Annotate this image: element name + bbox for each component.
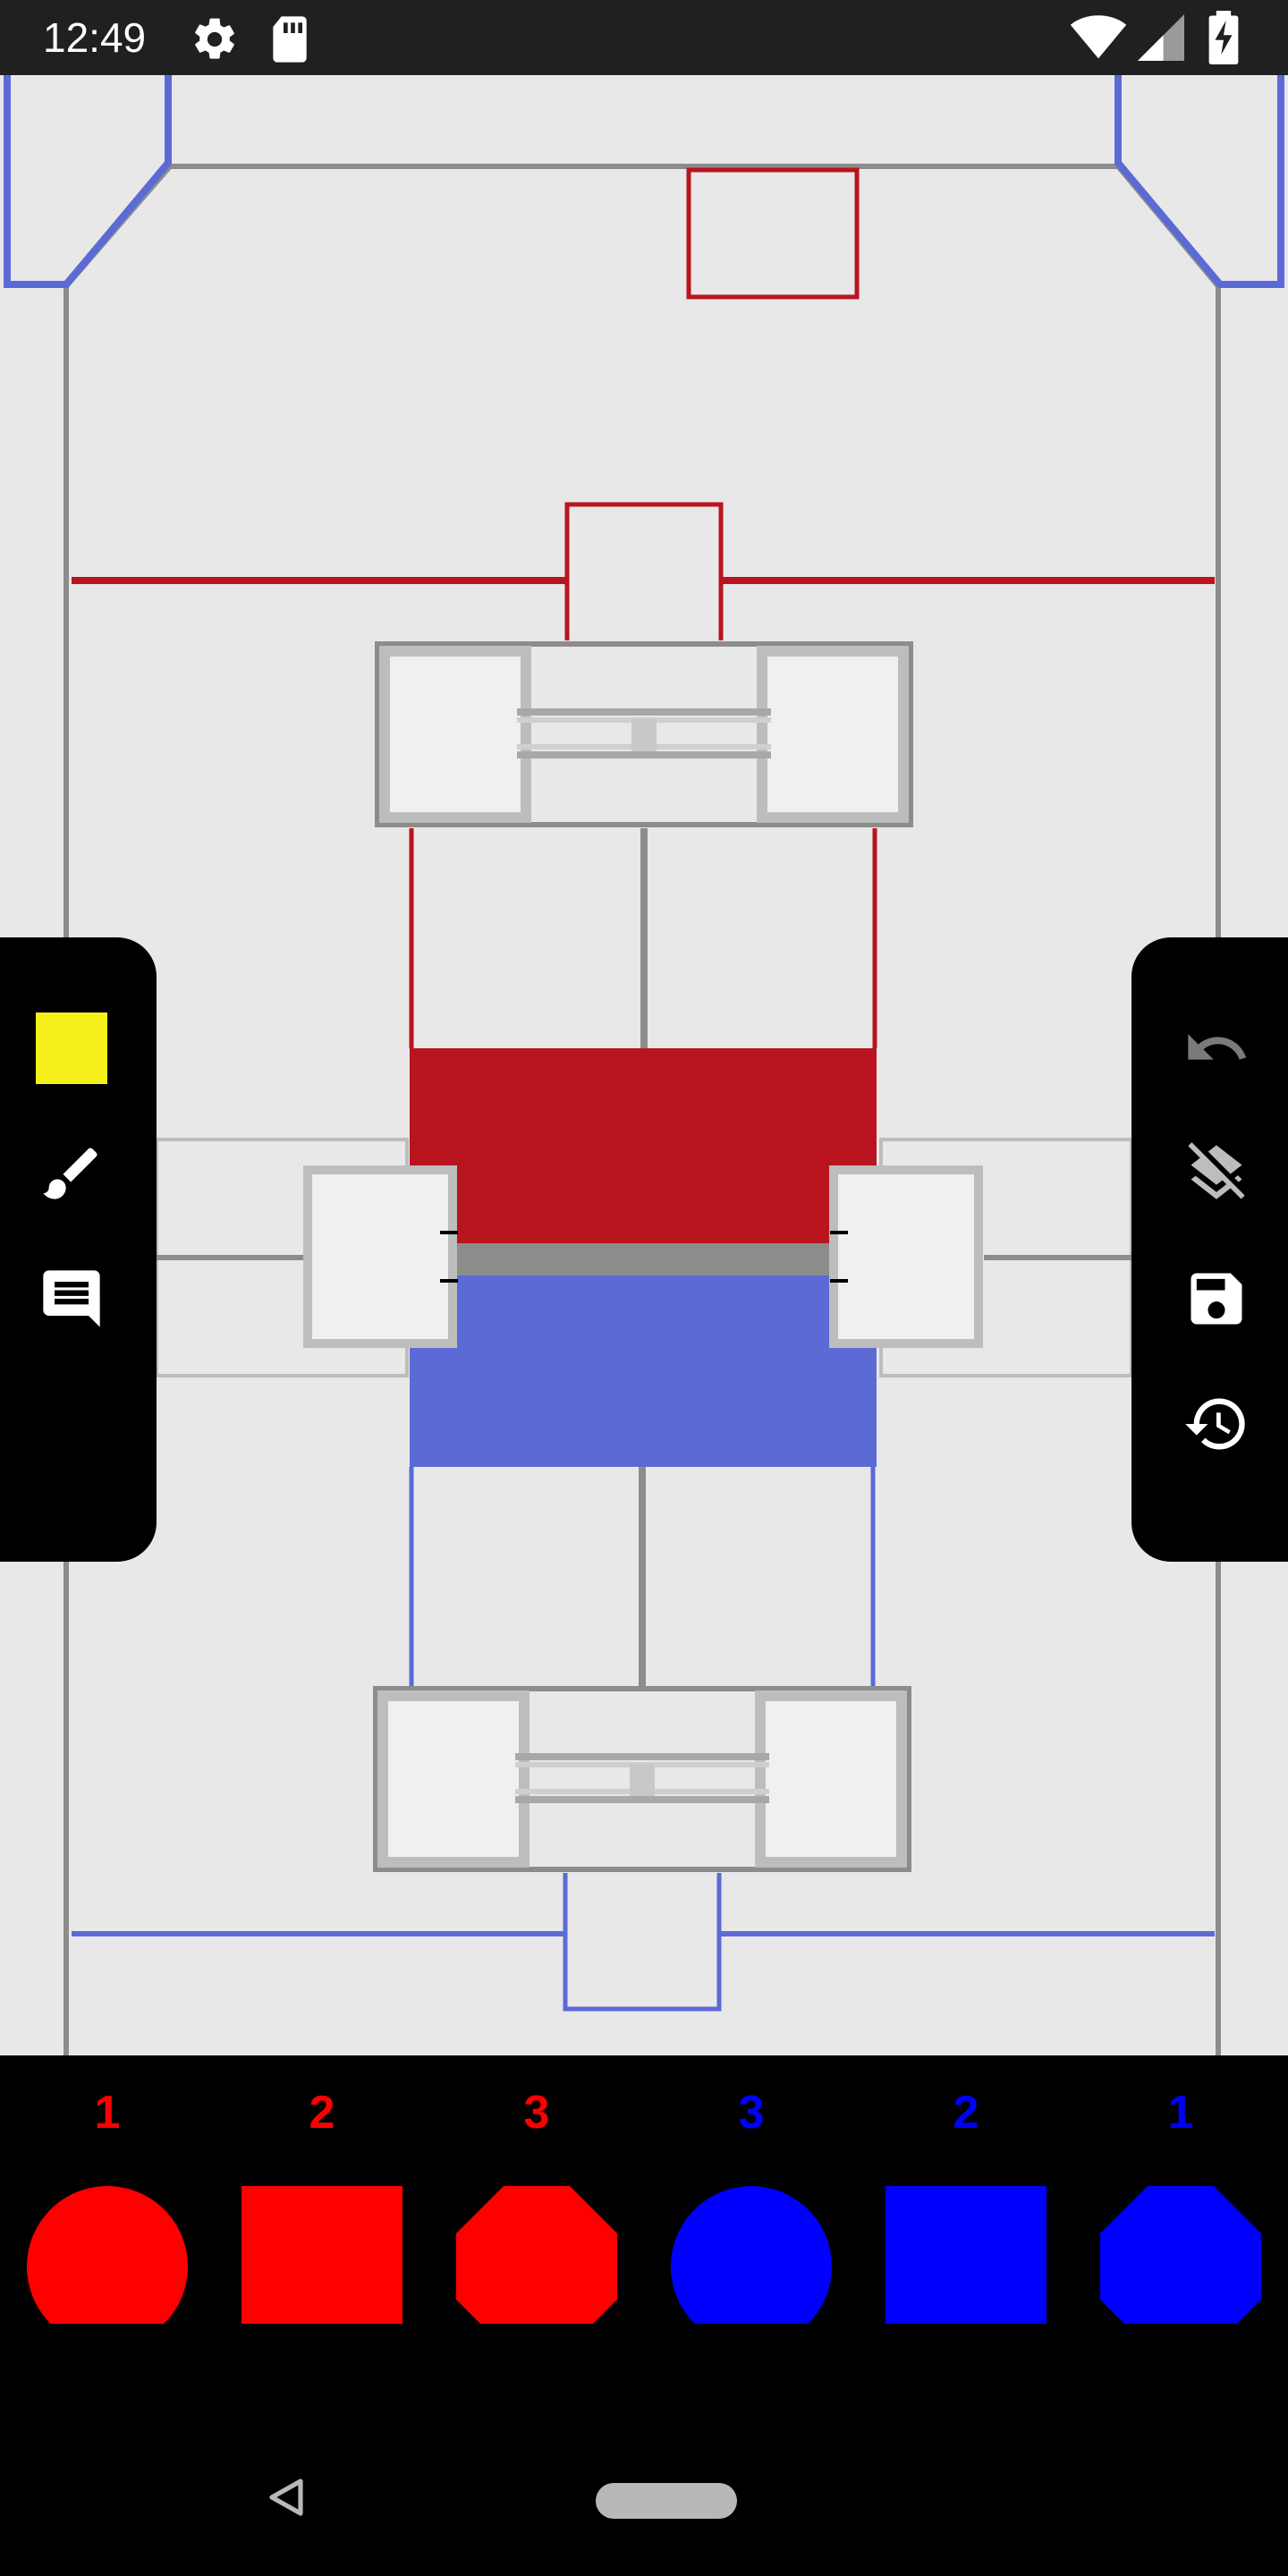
piece-count: 3	[523, 2087, 550, 2139]
undo-icon[interactable]	[1172, 1004, 1261, 1093]
piece-blue-circle[interactable]: 3	[668, 2055, 835, 2401]
status-time: 12:49	[43, 14, 147, 61]
bottom-platform	[373, 1686, 911, 1872]
gear-icon	[190, 14, 240, 69]
comment-icon[interactable]	[27, 1254, 116, 1343]
wifi-icon	[1070, 14, 1127, 65]
save-icon[interactable]	[1172, 1254, 1261, 1343]
square-icon	[886, 2186, 1046, 2347]
color-swatch[interactable]	[27, 1004, 116, 1093]
center-divider	[410, 1243, 877, 1275]
top-platform	[375, 641, 913, 827]
signal-icon	[1138, 14, 1184, 65]
home-pill-icon[interactable]	[596, 2483, 737, 2519]
field-wall-top	[64, 164, 1221, 288]
piece-red-circle[interactable]: 1	[24, 2055, 191, 2401]
red-line	[72, 502, 1215, 640]
piece-palette: 1 2 3 3 2 1	[0, 2055, 1288, 2401]
piece-count: 2	[953, 2087, 979, 2139]
game-field	[4, 75, 1284, 2055]
piece-count: 3	[738, 2087, 765, 2139]
piece-count: 1	[94, 2087, 121, 2139]
selected-color-swatch	[36, 1013, 107, 1084]
battery-charging-icon	[1206, 11, 1241, 69]
octagon-icon	[456, 2186, 617, 2347]
octagon-icon	[1100, 2186, 1261, 2347]
status-bar: 12:49	[0, 0, 1288, 75]
drawing-tools-panel	[0, 937, 157, 1562]
history-icon[interactable]	[1172, 1379, 1261, 1469]
clear-layers-icon[interactable]	[1172, 1129, 1261, 1218]
piece-count: 2	[309, 2087, 335, 2139]
red-top-zone	[686, 167, 860, 300]
piece-blue-octagon[interactable]: 1	[1097, 2055, 1264, 2401]
square-icon	[242, 2186, 402, 2347]
corner-post-left	[4, 75, 172, 288]
side-dock-left	[303, 1165, 458, 1348]
piece-count: 1	[1167, 2087, 1194, 2139]
circle-icon	[27, 2186, 188, 2347]
red-zone	[410, 1048, 877, 1243]
back-icon[interactable]	[265, 2476, 308, 2523]
corner-post-right	[1114, 75, 1284, 288]
blue-line	[72, 1873, 1215, 2012]
piece-red-square[interactable]: 2	[239, 2055, 405, 2401]
brush-icon[interactable]	[27, 1129, 116, 1218]
blue-zone	[410, 1275, 877, 1467]
piece-blue-square[interactable]: 2	[883, 2055, 1049, 2401]
history-tools-panel	[1131, 937, 1288, 1562]
piece-red-octagon[interactable]: 3	[453, 2055, 620, 2401]
navigation-bar	[0, 2324, 1288, 2576]
side-dock-right	[829, 1165, 983, 1348]
sd-card-icon	[267, 14, 313, 69]
circle-icon	[671, 2186, 832, 2347]
